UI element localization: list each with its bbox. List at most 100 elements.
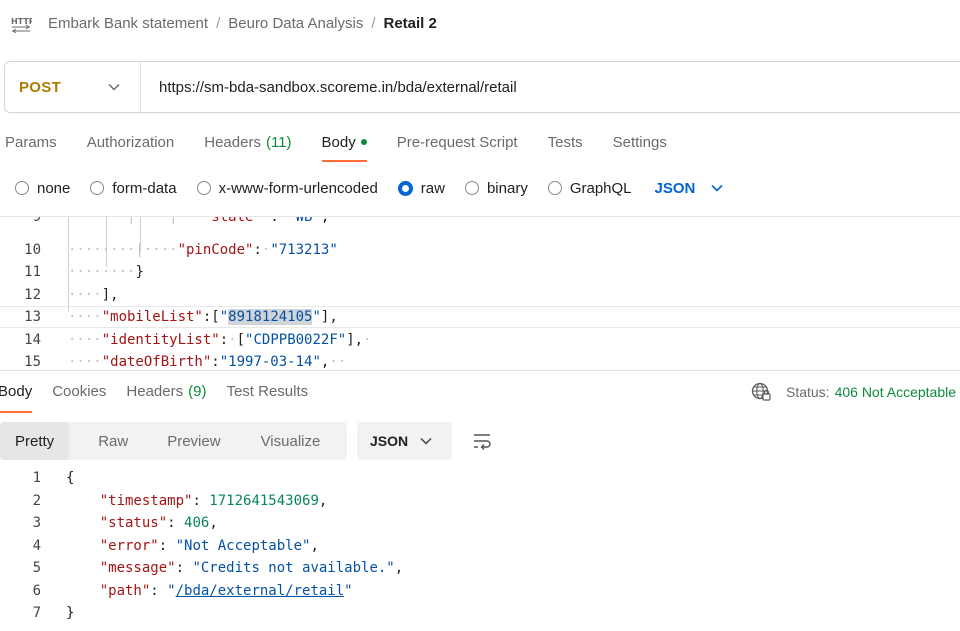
radio-button[interactable] [15,181,29,195]
response-view-selector: Pretty Raw Preview Visualize [0,422,347,460]
status-value[interactable]: 406 Not Acceptable [835,384,956,400]
response-format-select[interactable]: JSON [357,422,452,460]
code-line: 3 "status": 406, [0,512,960,534]
code-line: 11 ········} [0,261,960,283]
tab-body[interactable]: Body [307,122,382,162]
response-tab-body[interactable]: Body [0,371,42,413]
line-number: 14 [24,332,41,348]
request-body-editor[interactable]: 9 ·······|····|···"state"·:·"WB", 10 ···… [0,216,960,368]
json-punctuation: ], [101,287,119,303]
json-value: "CDPPB0022F" [245,332,347,348]
code-line: 9 ·······|····|···"state"·:·"WB", [0,216,960,228]
line-number: 9 [32,216,41,225]
json-key: "message" [99,560,176,576]
breadcrumb: HTTP Embark Bank statement / Beuro Data … [0,0,960,46]
line-number: 15 [24,354,41,368]
line-number: 5 [32,560,41,576]
radio-binary[interactable]: binary [464,179,528,197]
radio-label: binary [486,179,528,197]
raw-format-select[interactable]: JSON [655,180,724,197]
line-number: 13 [24,309,41,325]
radio-button[interactable] [90,181,105,195]
breadcrumb-separator: / [216,14,221,32]
response-tab-cookies[interactable]: Cookies [42,371,116,413]
breadcrumb-request-name[interactable]: Retail 2 [384,15,437,32]
radio-button-checked[interactable] [397,180,413,196]
code-line-active: 13 ····"mobileList":["8918124105"], [0,306,960,328]
radio-form-data[interactable]: form-data [90,179,177,197]
radio-urlencoded[interactable]: x-www-form-urlencoded [196,180,378,197]
breadcrumb-collection[interactable]: Embark Bank statement [48,15,208,32]
json-key: "pinCode" [177,242,254,258]
json-punctuation: } [66,605,75,621]
view-pretty-button[interactable]: Pretty [0,422,70,460]
view-visualize-button[interactable]: Visualize [243,422,336,460]
tab-params[interactable]: Params [0,122,72,162]
view-preview-button[interactable]: Preview [149,422,242,460]
json-value: "WB" [287,216,321,225]
response-format-label: JSON [370,433,409,449]
tab-label: Cookies [52,383,107,400]
view-raw-button[interactable]: Raw [69,422,149,460]
code-line: 15 ····"dateOfBirth":"1997-03-14",·· [0,351,960,368]
http-icon: HTTP [10,12,32,34]
radio-button[interactable] [464,181,479,195]
json-value: "713213" [270,242,338,258]
tab-label: Settings [612,133,667,151]
tab-settings[interactable]: Settings [598,122,682,162]
radio-label: GraphQL [569,179,632,197]
body-indicator-dot [360,139,367,145]
tab-authorization[interactable]: Authorization [72,122,190,162]
json-key: "path" [99,583,151,599]
json-value: 1712641543069 [209,493,319,509]
json-punctuation: { [66,470,75,486]
request-tabs: Params Authorization Headers (11) Body Pr… [0,122,960,162]
response-tab-test-results[interactable]: Test Results [216,371,318,413]
chevron-down-icon [711,184,723,192]
radio-label: form-data [112,179,177,197]
radio-button[interactable] [547,181,562,195]
radio-none[interactable]: none [15,180,70,197]
json-value: "1997-03-14" [219,354,321,368]
svg-text:HTTP: HTTP [11,17,32,26]
json-punctuation: } [135,264,144,280]
json-value: "Credits not available." [192,560,395,576]
json-key: "identityList" [101,332,220,348]
response-body-viewer[interactable]: 1 { 2 "timestamp": 1712641543069, 3 "sta… [0,466,960,631]
tab-label: Tests [547,133,583,151]
code-line: 2 "timestamp": 1712641543069, [0,490,960,512]
response-tab-headers[interactable]: Headers (9) [116,371,216,413]
tab-tests[interactable]: Tests [533,122,598,162]
headers-count: (11) [265,133,292,151]
status-label: Status: [785,384,830,400]
method-select[interactable]: POST [5,62,141,112]
json-key: "status" [99,515,168,531]
code-line: 4 "error": "Not Acceptable", [0,535,960,557]
line-number: 6 [32,583,41,599]
tab-headers[interactable]: Headers (11) [189,122,306,162]
line-number: 7 [32,605,41,621]
tab-label: Headers [126,383,184,400]
tab-label: Params [5,133,57,151]
json-key: "state" [202,216,262,225]
json-key: "error" [99,538,159,554]
tab-label: Pre-request Script [396,133,518,151]
globe-icon[interactable] [750,381,772,403]
wrap-lines-icon[interactable] [472,432,494,450]
url-input[interactable] [159,78,939,96]
breadcrumb-folder[interactable]: Beuro Data Analysis [228,15,363,32]
line-number: 11 [24,264,41,280]
line-number: 10 [24,242,41,258]
json-value-link[interactable]: /bda/external/retail [176,583,345,599]
raw-format-label: JSON [654,179,696,197]
method-label: POST [19,78,62,96]
json-key: "mobileList" [101,309,203,325]
radio-graphql[interactable]: GraphQL [547,179,632,197]
radio-button[interactable] [196,181,211,195]
response-toolbar: Pretty Raw Preview Visualize JSON [0,421,494,461]
tab-prerequest-script[interactable]: Pre-request Script [382,122,533,162]
json-value: 406 [184,515,210,531]
code-line: 10 ········|····"pinCode":·"713213" [0,239,960,261]
line-number: 1 [32,470,41,486]
radio-raw[interactable]: raw [397,180,445,197]
